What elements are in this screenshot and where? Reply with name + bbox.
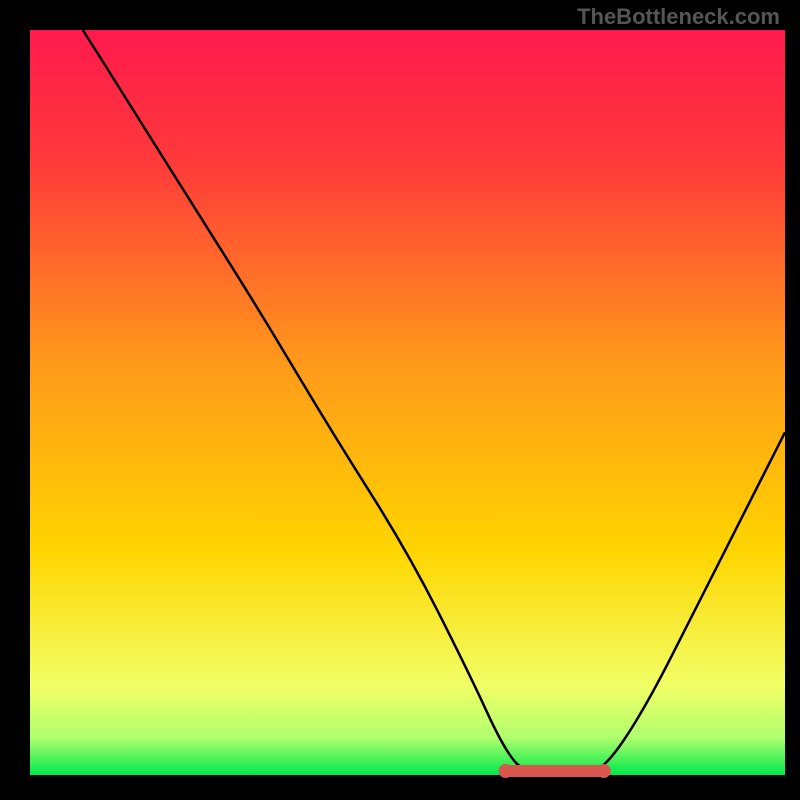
gradient-background: [30, 30, 785, 775]
optimal-range-end-dot: [597, 764, 611, 778]
chart-container: TheBottleneck.com: [0, 0, 800, 800]
optimal-range-start-dot: [499, 764, 513, 778]
bottleneck-chart: [0, 0, 800, 800]
watermark-text: TheBottleneck.com: [577, 4, 780, 30]
